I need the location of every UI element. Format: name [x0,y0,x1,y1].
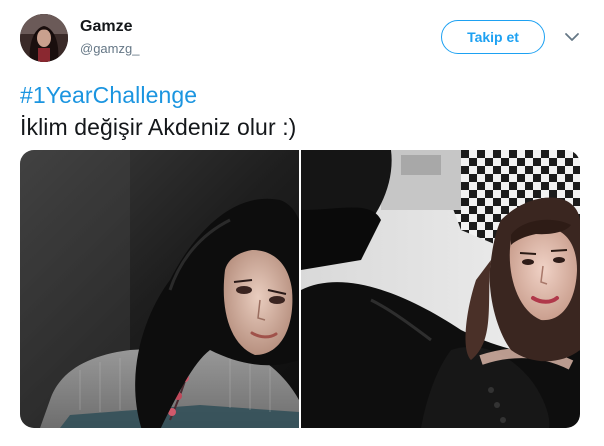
user-handle[interactable]: @gamzg_ [80,41,139,56]
chevron-down-icon[interactable] [563,30,581,44]
follow-button[interactable]: Takip et [441,20,545,54]
tweet-text: İklim değişir Akdeniz olur :) [20,114,297,140]
hashtag-link[interactable]: #1YearChallenge [20,82,197,109]
avatar-image [20,14,68,62]
media-photo-left[interactable] [20,150,299,428]
avatar[interactable] [20,14,68,62]
media-grid [20,150,580,428]
media-photo-right[interactable] [301,150,580,428]
tweet-card: Gamze @gamzg_ Takip et #1YearChallenge İ… [0,0,604,446]
user-display-name[interactable]: Gamze [80,18,132,36]
